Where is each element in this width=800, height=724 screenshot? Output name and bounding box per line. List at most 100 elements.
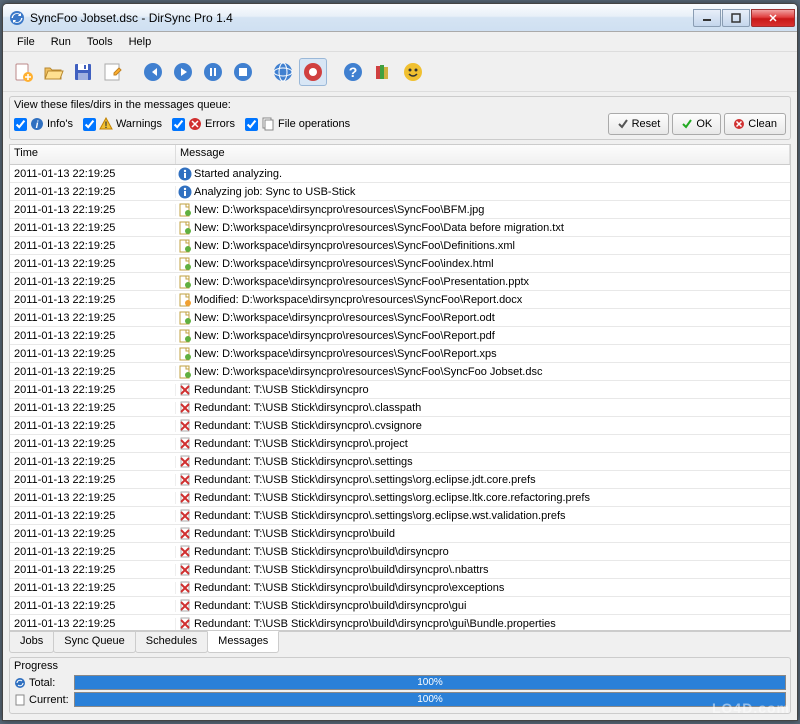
menu-help[interactable]: Help <box>121 34 160 50</box>
cell-time: 2011-01-13 22:19:25 <box>10 312 176 324</box>
app-icon <box>9 10 25 26</box>
skip-back-button[interactable] <box>139 58 167 86</box>
filter-panel: View these files/dirs in the messages qu… <box>9 96 791 140</box>
cell-time: 2011-01-13 22:19:25 <box>10 564 176 576</box>
table-row[interactable]: 2011-01-13 22:19:25Redundant: T:\USB Sti… <box>10 489 790 507</box>
fileops-icon <box>261 117 275 131</box>
cell-time: 2011-01-13 22:19:25 <box>10 582 176 594</box>
table-row[interactable]: 2011-01-13 22:19:25Started analyzing. <box>10 165 790 183</box>
cell-time: 2011-01-13 22:19:25 <box>10 600 176 612</box>
tab-messages[interactable]: Messages <box>207 631 279 653</box>
filter-errors[interactable]: Errors <box>172 117 235 131</box>
infos-checkbox[interactable] <box>14 118 27 131</box>
table-row[interactable]: 2011-01-13 22:19:25Redundant: T:\USB Sti… <box>10 597 790 615</box>
table-row[interactable]: 2011-01-13 22:19:25Redundant: T:\USB Sti… <box>10 471 790 489</box>
table-row[interactable]: 2011-01-13 22:19:25New: D:\workspace\dir… <box>10 363 790 381</box>
open-button[interactable] <box>39 58 67 86</box>
cell-time: 2011-01-13 22:19:25 <box>10 438 176 450</box>
settings-button[interactable] <box>299 58 327 86</box>
pause-button[interactable] <box>199 58 227 86</box>
globe-button[interactable] <box>269 58 297 86</box>
table-row[interactable]: 2011-01-13 22:19:25Redundant: T:\USB Sti… <box>10 543 790 561</box>
warning-icon: ! <box>99 117 113 131</box>
table-row[interactable]: 2011-01-13 22:19:25New: D:\workspace\dir… <box>10 219 790 237</box>
close-button[interactable] <box>751 9 795 27</box>
fileops-checkbox[interactable] <box>245 118 258 131</box>
redundant-icon <box>178 419 192 433</box>
table-row[interactable]: 2011-01-13 22:19:25Redundant: T:\USB Sti… <box>10 615 790 630</box>
titlebar[interactable]: SyncFoo Jobset.dsc - DirSync Pro 1.4 <box>3 4 797 32</box>
table-row[interactable]: 2011-01-13 22:19:25New: D:\workspace\dir… <box>10 309 790 327</box>
redundant-icon <box>178 617 192 631</box>
watermark: LO4D.com <box>712 700 790 716</box>
cell-time: 2011-01-13 22:19:25 <box>10 384 176 396</box>
warnings-checkbox[interactable] <box>83 118 96 131</box>
cell-message: Redundant: T:\USB Stick\dirsyncpro\build… <box>176 563 790 577</box>
edit-button[interactable] <box>99 58 127 86</box>
redundant-icon <box>178 455 192 469</box>
new-button[interactable] <box>9 58 37 86</box>
cell-time: 2011-01-13 22:19:25 <box>10 492 176 504</box>
reset-button[interactable]: Reset <box>608 113 670 135</box>
filter-fileops[interactable]: File operations <box>245 117 350 131</box>
cell-time: 2011-01-13 22:19:25 <box>10 474 176 486</box>
table-row[interactable]: 2011-01-13 22:19:25Modified: D:\workspac… <box>10 291 790 309</box>
table-row[interactable]: 2011-01-13 22:19:25New: D:\workspace\dir… <box>10 201 790 219</box>
cell-message: New: D:\workspace\dirsyncpro\resources\S… <box>176 203 790 217</box>
stop-button[interactable] <box>229 58 257 86</box>
table-row[interactable]: 2011-01-13 22:19:25Redundant: T:\USB Sti… <box>10 399 790 417</box>
redundant-icon <box>178 545 192 559</box>
ok-button[interactable]: OK <box>672 113 721 135</box>
menu-run[interactable]: Run <box>43 34 79 50</box>
redundant-icon <box>178 581 192 595</box>
col-message[interactable]: Message <box>176 145 790 164</box>
smiley-button[interactable] <box>399 58 427 86</box>
svg-text:?: ? <box>349 64 358 80</box>
filter-warnings[interactable]: ! Warnings <box>83 117 162 131</box>
menubar: File Run Tools Help <box>3 32 797 52</box>
table-row[interactable]: 2011-01-13 22:19:25Redundant: T:\USB Sti… <box>10 507 790 525</box>
table-row[interactable]: 2011-01-13 22:19:25Redundant: T:\USB Sti… <box>10 525 790 543</box>
table-row[interactable]: 2011-01-13 22:19:25Analyzing job: Sync t… <box>10 183 790 201</box>
table-body[interactable]: 2011-01-13 22:19:25Started analyzing.201… <box>10 165 790 630</box>
file-new-icon <box>178 257 192 271</box>
table-row[interactable]: 2011-01-13 22:19:25New: D:\workspace\dir… <box>10 327 790 345</box>
menu-tools[interactable]: Tools <box>79 34 121 50</box>
cell-message: New: D:\workspace\dirsyncpro\resources\S… <box>176 347 790 361</box>
table-row[interactable]: 2011-01-13 22:19:25Redundant: T:\USB Sti… <box>10 417 790 435</box>
minimize-button[interactable] <box>693 9 721 27</box>
cell-time: 2011-01-13 22:19:25 <box>10 348 176 360</box>
file-new-icon <box>178 239 192 253</box>
cell-message: New: D:\workspace\dirsyncpro\resources\S… <box>176 311 790 325</box>
col-time[interactable]: Time <box>10 145 176 164</box>
table-row[interactable]: 2011-01-13 22:19:25Redundant: T:\USB Sti… <box>10 561 790 579</box>
tab-jobs[interactable]: Jobs <box>9 632 54 653</box>
table-row[interactable]: 2011-01-13 22:19:25New: D:\workspace\dir… <box>10 237 790 255</box>
table-row[interactable]: 2011-01-13 22:19:25New: D:\workspace\dir… <box>10 345 790 363</box>
table-row[interactable]: 2011-01-13 22:19:25New: D:\workspace\dir… <box>10 273 790 291</box>
menu-file[interactable]: File <box>9 34 43 50</box>
tab-syncqueue[interactable]: Sync Queue <box>53 632 136 653</box>
table-row[interactable]: 2011-01-13 22:19:25New: D:\workspace\dir… <box>10 255 790 273</box>
cell-time: 2011-01-13 22:19:25 <box>10 222 176 234</box>
cell-time: 2011-01-13 22:19:25 <box>10 294 176 306</box>
cell-time: 2011-01-13 22:19:25 <box>10 204 176 216</box>
clean-button[interactable]: Clean <box>724 113 786 135</box>
table-row[interactable]: 2011-01-13 22:19:25Redundant: T:\USB Sti… <box>10 381 790 399</box>
cell-time: 2011-01-13 22:19:25 <box>10 618 176 630</box>
play-button[interactable] <box>169 58 197 86</box>
books-button[interactable] <box>369 58 397 86</box>
help-button[interactable]: ? <box>339 58 367 86</box>
table-row[interactable]: 2011-01-13 22:19:25Redundant: T:\USB Sti… <box>10 579 790 597</box>
file-new-icon <box>178 347 192 361</box>
cell-time: 2011-01-13 22:19:25 <box>10 186 176 198</box>
filter-infos[interactable]: i Info's <box>14 117 73 131</box>
cell-message: Redundant: T:\USB Stick\dirsyncpro\build… <box>176 599 790 613</box>
cell-message: Redundant: T:\USB Stick\dirsyncpro\.clas… <box>176 401 790 415</box>
tab-schedules[interactable]: Schedules <box>135 632 208 653</box>
save-button[interactable] <box>69 58 97 86</box>
errors-checkbox[interactable] <box>172 118 185 131</box>
table-row[interactable]: 2011-01-13 22:19:25Redundant: T:\USB Sti… <box>10 453 790 471</box>
table-row[interactable]: 2011-01-13 22:19:25Redundant: T:\USB Sti… <box>10 435 790 453</box>
maximize-button[interactable] <box>722 9 750 27</box>
